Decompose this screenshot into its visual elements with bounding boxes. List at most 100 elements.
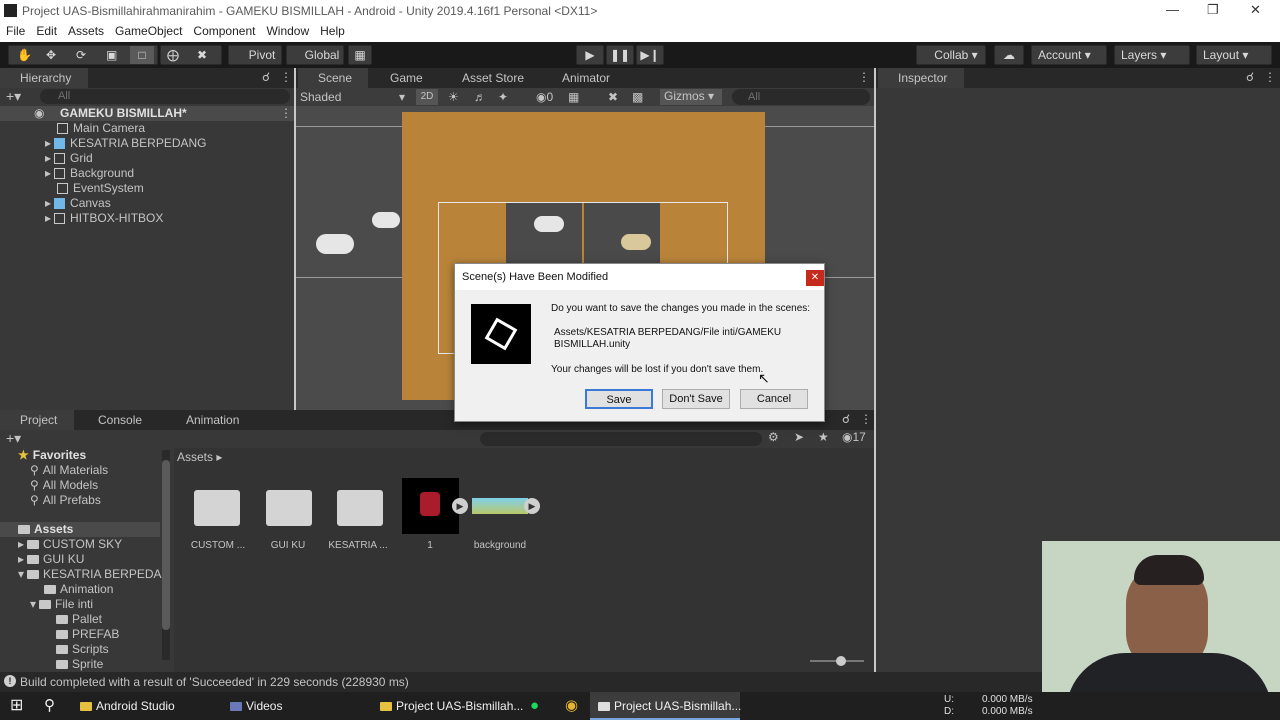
taskbar-item-project-folder[interactable]: Project UAS-Bismillah... [372,692,523,720]
hierarchy-item[interactable]: Main Camera [57,121,145,136]
lighting-icon[interactable]: ☀ [448,90,459,104]
breadcrumb[interactable]: Assets ▸ [177,450,222,464]
tab-scene[interactable]: Scene [298,68,368,88]
lock-icon[interactable]: ☌ [1246,70,1254,84]
camera-icon[interactable]: ▩ [632,90,643,104]
transform-tools[interactable]: ✋ ✥ ⟳ ▣ □ [8,45,158,65]
expand-arrow-icon[interactable]: ▸ [45,166,51,180]
hand-tool-icon[interactable]: ✋ [17,46,32,64]
collapse-arrow-icon[interactable]: ▾ [18,567,24,581]
scene-root-row[interactable]: ◉ GAMEKU BISMILLAH* ⋮ [0,106,294,121]
favorite-item[interactable]: ⚲ All Prefabs [30,493,101,508]
collab-button[interactable]: Collab ▾ [916,45,986,65]
chrome-icon[interactable]: ◉ [565,692,578,720]
menu-help[interactable]: Help [314,22,350,38]
tab-game[interactable]: Game [370,68,444,88]
add-icon[interactable]: +▾ [6,88,21,105]
layout-dropdown[interactable]: Layout ▾ [1196,45,1272,65]
expand-arrow-icon[interactable]: ▸ [18,537,24,551]
move-tool-icon[interactable]: ✥ [46,46,56,64]
tools-icon[interactable]: ✖ [608,90,618,104]
favorites-header[interactable]: ★ Favorites [18,448,86,463]
sprite-thumbnail[interactable] [402,478,459,534]
account-dropdown[interactable]: Account ▾ [1031,45,1107,65]
expand-sprite-icon[interactable]: ▶ [524,498,540,514]
hierarchy-item[interactable]: ▸ Grid [45,151,93,166]
windows-start-icon[interactable]: ⊞ [10,692,23,720]
expand-arrow-icon[interactable]: ▸ [18,552,24,566]
hierarchy-item[interactable]: ▸ KESATRIA BERPEDANG [45,136,207,151]
folder-icon[interactable] [194,490,240,526]
folder-icon[interactable] [266,490,312,526]
panel-menu-icon[interactable]: ⋮ [860,412,872,426]
hierarchy-item[interactable]: ▸ Canvas [45,196,111,211]
menu-gameobject[interactable]: GameObject [109,22,187,38]
scale-tool-icon[interactable]: ▣ [106,46,117,64]
tree-item[interactable]: ▾ KESATRIA BERPEDAN [18,567,170,582]
cloud-icon[interactable]: ☁ [994,45,1024,65]
tree-item[interactable]: PREFAB [56,627,119,642]
dont-save-button[interactable]: Don't Save [662,389,730,409]
tree-item[interactable]: ▸ CUSTOM SKY [18,537,122,552]
tab-inspector[interactable]: Inspector [878,68,964,88]
scene-menu-icon[interactable]: ⋮ [280,106,292,120]
tree-item[interactable]: Sprite [56,657,103,672]
tree-scrollbar-thumb[interactable] [162,460,170,630]
grid-icon[interactable]: ▦ [568,90,579,104]
spotify-icon[interactable]: ● [530,692,539,720]
scene-menu-icon[interactable]: ⋮ [858,70,870,84]
tree-item[interactable]: ▸ GUI KU [18,552,84,567]
search-by-type-icon[interactable]: ⚙ [768,430,779,444]
search-by-label-icon[interactable]: ➤ [794,430,804,444]
tab-console[interactable]: Console [78,410,158,430]
lock-icon[interactable]: ☌ [262,70,270,84]
rotate-tool-icon[interactable]: ⟳ [76,46,86,64]
tree-item[interactable]: Animation [44,582,113,597]
hidden-objects-icon[interactable]: ◉0 [536,90,553,104]
hierarchy-item[interactable]: EventSystem [57,181,144,196]
expand-arrow-icon[interactable]: ▸ [45,151,51,165]
restore-icon[interactable]: ❐ [1207,2,1219,18]
gizmos-dropdown[interactable]: Gizmos ▾ [660,89,722,105]
favorite-item[interactable]: ⚲ All Materials [30,463,108,478]
background-thumbnail[interactable] [472,498,528,514]
menu-file[interactable]: File [0,22,30,38]
rect-tool-icon[interactable]: □ [130,46,154,64]
panel-menu-icon[interactable]: ⋮ [1264,70,1276,84]
search-icon[interactable]: ⚲ [44,692,55,720]
2d-toggle[interactable]: 2D [416,89,438,105]
zoom-slider[interactable] [810,656,864,666]
tree-item[interactable]: Scripts [56,642,109,657]
cancel-button[interactable]: Cancel [740,389,808,409]
transform-tools-extra[interactable]: ⨁ ✖ [160,45,222,65]
taskbar-item-videos[interactable]: Videos [222,692,370,720]
hierarchy-search-input[interactable]: All [40,89,290,104]
menu-edit[interactable]: Edit [30,22,62,38]
status-message[interactable]: Build completed with a result of 'Succee… [20,675,409,689]
folder-icon[interactable] [337,490,383,526]
tab-animation[interactable]: Animation [166,410,256,430]
shading-dropdown[interactable]: Shaded [300,90,341,104]
tree-item[interactable]: Pallet [56,612,102,627]
pause-button[interactable]: ❚❚ [606,45,634,65]
global-button[interactable]: Global [286,45,344,65]
pivot-button[interactable]: Pivot [228,45,282,65]
transform-tool-icon[interactable]: ⨁ [167,46,179,64]
grid-snap-icon[interactable]: ▦ [348,45,372,65]
expand-arrow-icon[interactable]: ▸ [45,196,51,210]
tree-scrollbar[interactable] [162,450,170,660]
assets-header[interactable]: Assets [0,522,160,537]
create-icon[interactable]: +▾ [6,430,21,447]
tab-hierarchy[interactable]: Hierarchy [0,68,88,88]
hierarchy-item[interactable]: ▸ Background [45,166,134,181]
favorite-icon[interactable]: ★ [818,430,829,444]
favorite-item[interactable]: ⚲ All Models [30,478,98,493]
project-search-input[interactable] [480,432,762,446]
custom-tool-icon[interactable]: ✖ [197,46,207,64]
save-button[interactable]: Save [585,389,653,409]
expand-arrow-icon[interactable]: ▸ [45,211,51,225]
tab-animator[interactable]: Animator [542,68,626,88]
dialog-close-icon[interactable]: ✕ [806,270,824,286]
close-icon[interactable]: ✕ [1250,2,1261,18]
hidden-packages-icon[interactable]: ◉17 [842,430,866,444]
